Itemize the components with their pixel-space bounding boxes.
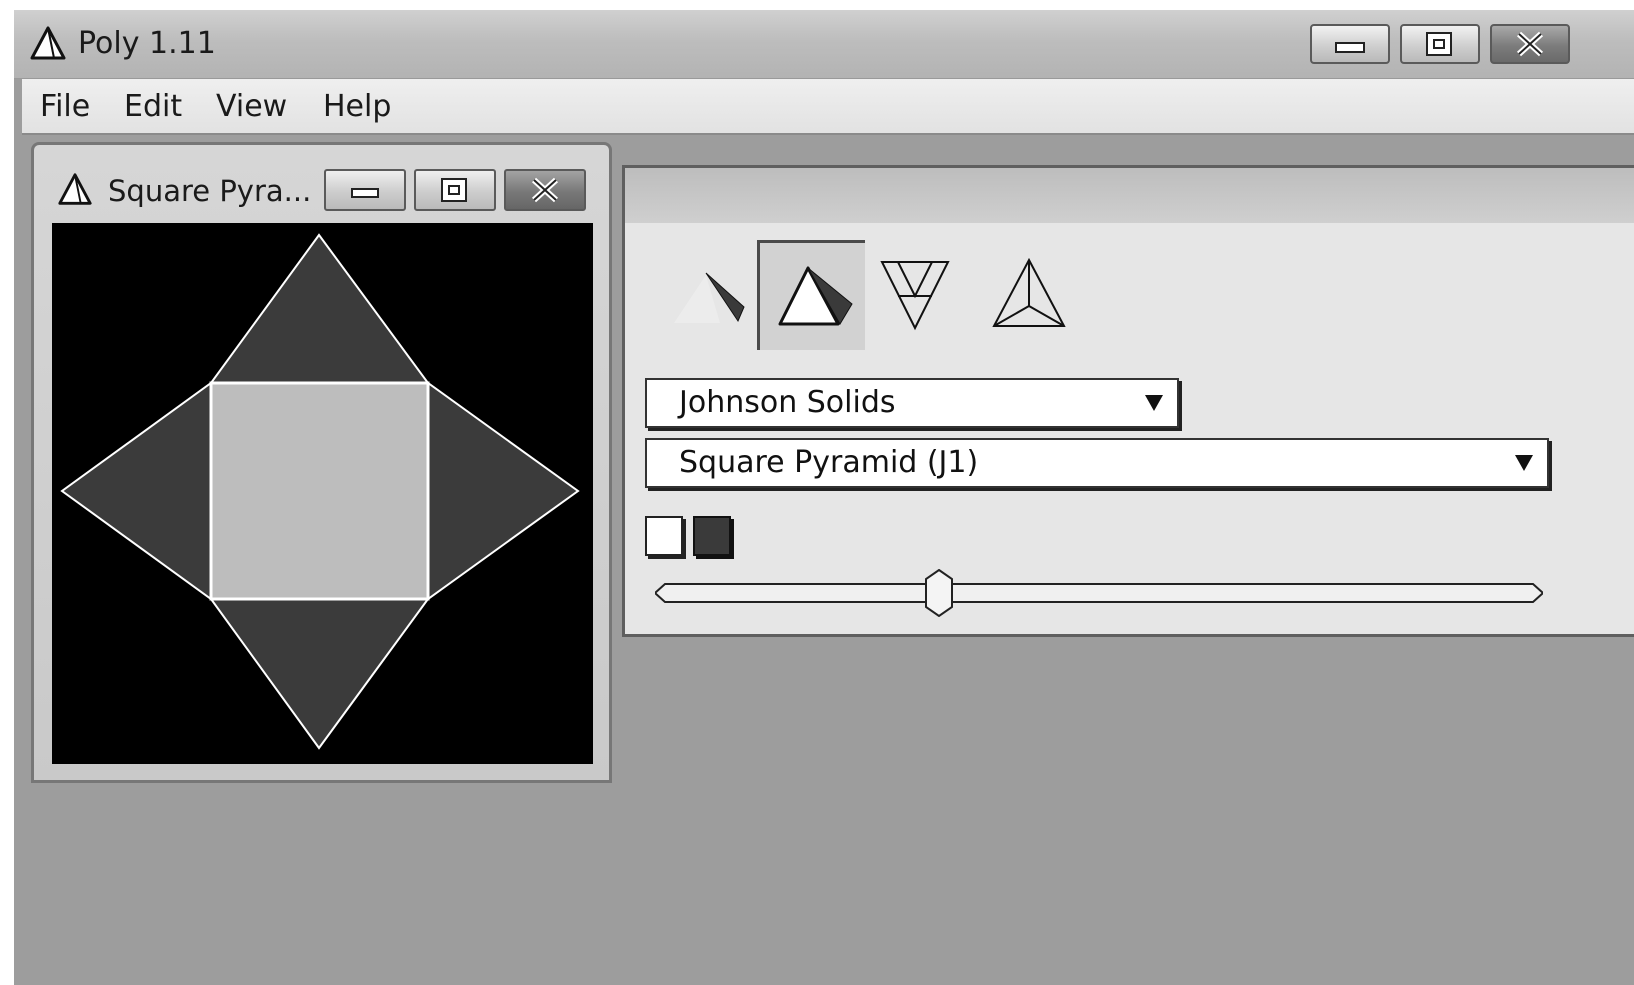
net-diagram-button[interactable] (861, 240, 969, 350)
menu-view[interactable]: View (216, 89, 287, 125)
close-button[interactable] (1490, 24, 1570, 64)
polyhedron-select-value: Square Pyramid (J1) (679, 445, 979, 480)
child-close-button[interactable] (504, 169, 586, 211)
face-color-swatch-dark[interactable] (693, 516, 731, 556)
net-diagram-icon (880, 261, 950, 331)
close-icon (1516, 31, 1544, 57)
chevron-down-icon (1145, 395, 1163, 411)
polyhedron-viewport[interactable] (52, 223, 593, 764)
minimize-button[interactable] (1310, 24, 1390, 64)
triangle-polyhedron-icon (30, 26, 66, 60)
child-minimize-button[interactable] (324, 169, 406, 211)
slider-thumb[interactable] (924, 569, 954, 617)
minimize-icon (1335, 42, 1365, 53)
flattened-net-icon (674, 272, 745, 323)
child-maximize-button[interactable] (414, 169, 496, 211)
triangle-face-bottom (209, 598, 430, 750)
face-color-swatch-light[interactable] (645, 516, 683, 556)
child-window-title: Square Pyra... (108, 174, 312, 208)
wireframe-button[interactable] (975, 240, 1083, 350)
square-pyramid-rendering (60, 233, 580, 750)
3d-solid-icon (778, 266, 853, 325)
category-select[interactable]: Johnson Solids (645, 378, 1179, 428)
maximize-icon (441, 178, 467, 202)
triangle-face-top (209, 233, 430, 384)
maximize-button[interactable] (1400, 24, 1480, 64)
triangle-face-left (60, 381, 212, 601)
menu-help[interactable]: Help (323, 89, 391, 125)
slider-track[interactable] (655, 583, 1543, 603)
square-face (209, 381, 430, 601)
wireframe-icon (992, 257, 1066, 327)
maximize-icon (1426, 32, 1452, 56)
panel-header (625, 168, 1634, 223)
3d-solid-button[interactable] (757, 240, 865, 350)
menu-bar: File Edit View Help (22, 79, 1634, 135)
polyhedron-window: Square Pyra... (31, 142, 612, 783)
app-window: Poly 1.11 File Edit View Help Square Pyr… (14, 10, 1634, 985)
flattened-net-button[interactable] (655, 240, 763, 350)
polyhedron-select[interactable]: Square Pyramid (J1) (645, 438, 1549, 488)
title-bar[interactable]: Poly 1.11 (14, 10, 1634, 79)
chevron-down-icon (1515, 455, 1533, 471)
close-icon (531, 177, 559, 203)
minimize-icon (351, 188, 379, 198)
category-select-value: Johnson Solids (679, 385, 896, 420)
triangle-face-right (427, 381, 580, 601)
triangle-polyhedron-icon (58, 173, 92, 205)
control-panel: Johnson Solids Square Pyramid (J1) (622, 165, 1634, 637)
menu-edit[interactable]: Edit (124, 89, 182, 125)
app-title: Poly 1.11 (78, 26, 216, 61)
menu-file[interactable]: File (40, 89, 90, 125)
